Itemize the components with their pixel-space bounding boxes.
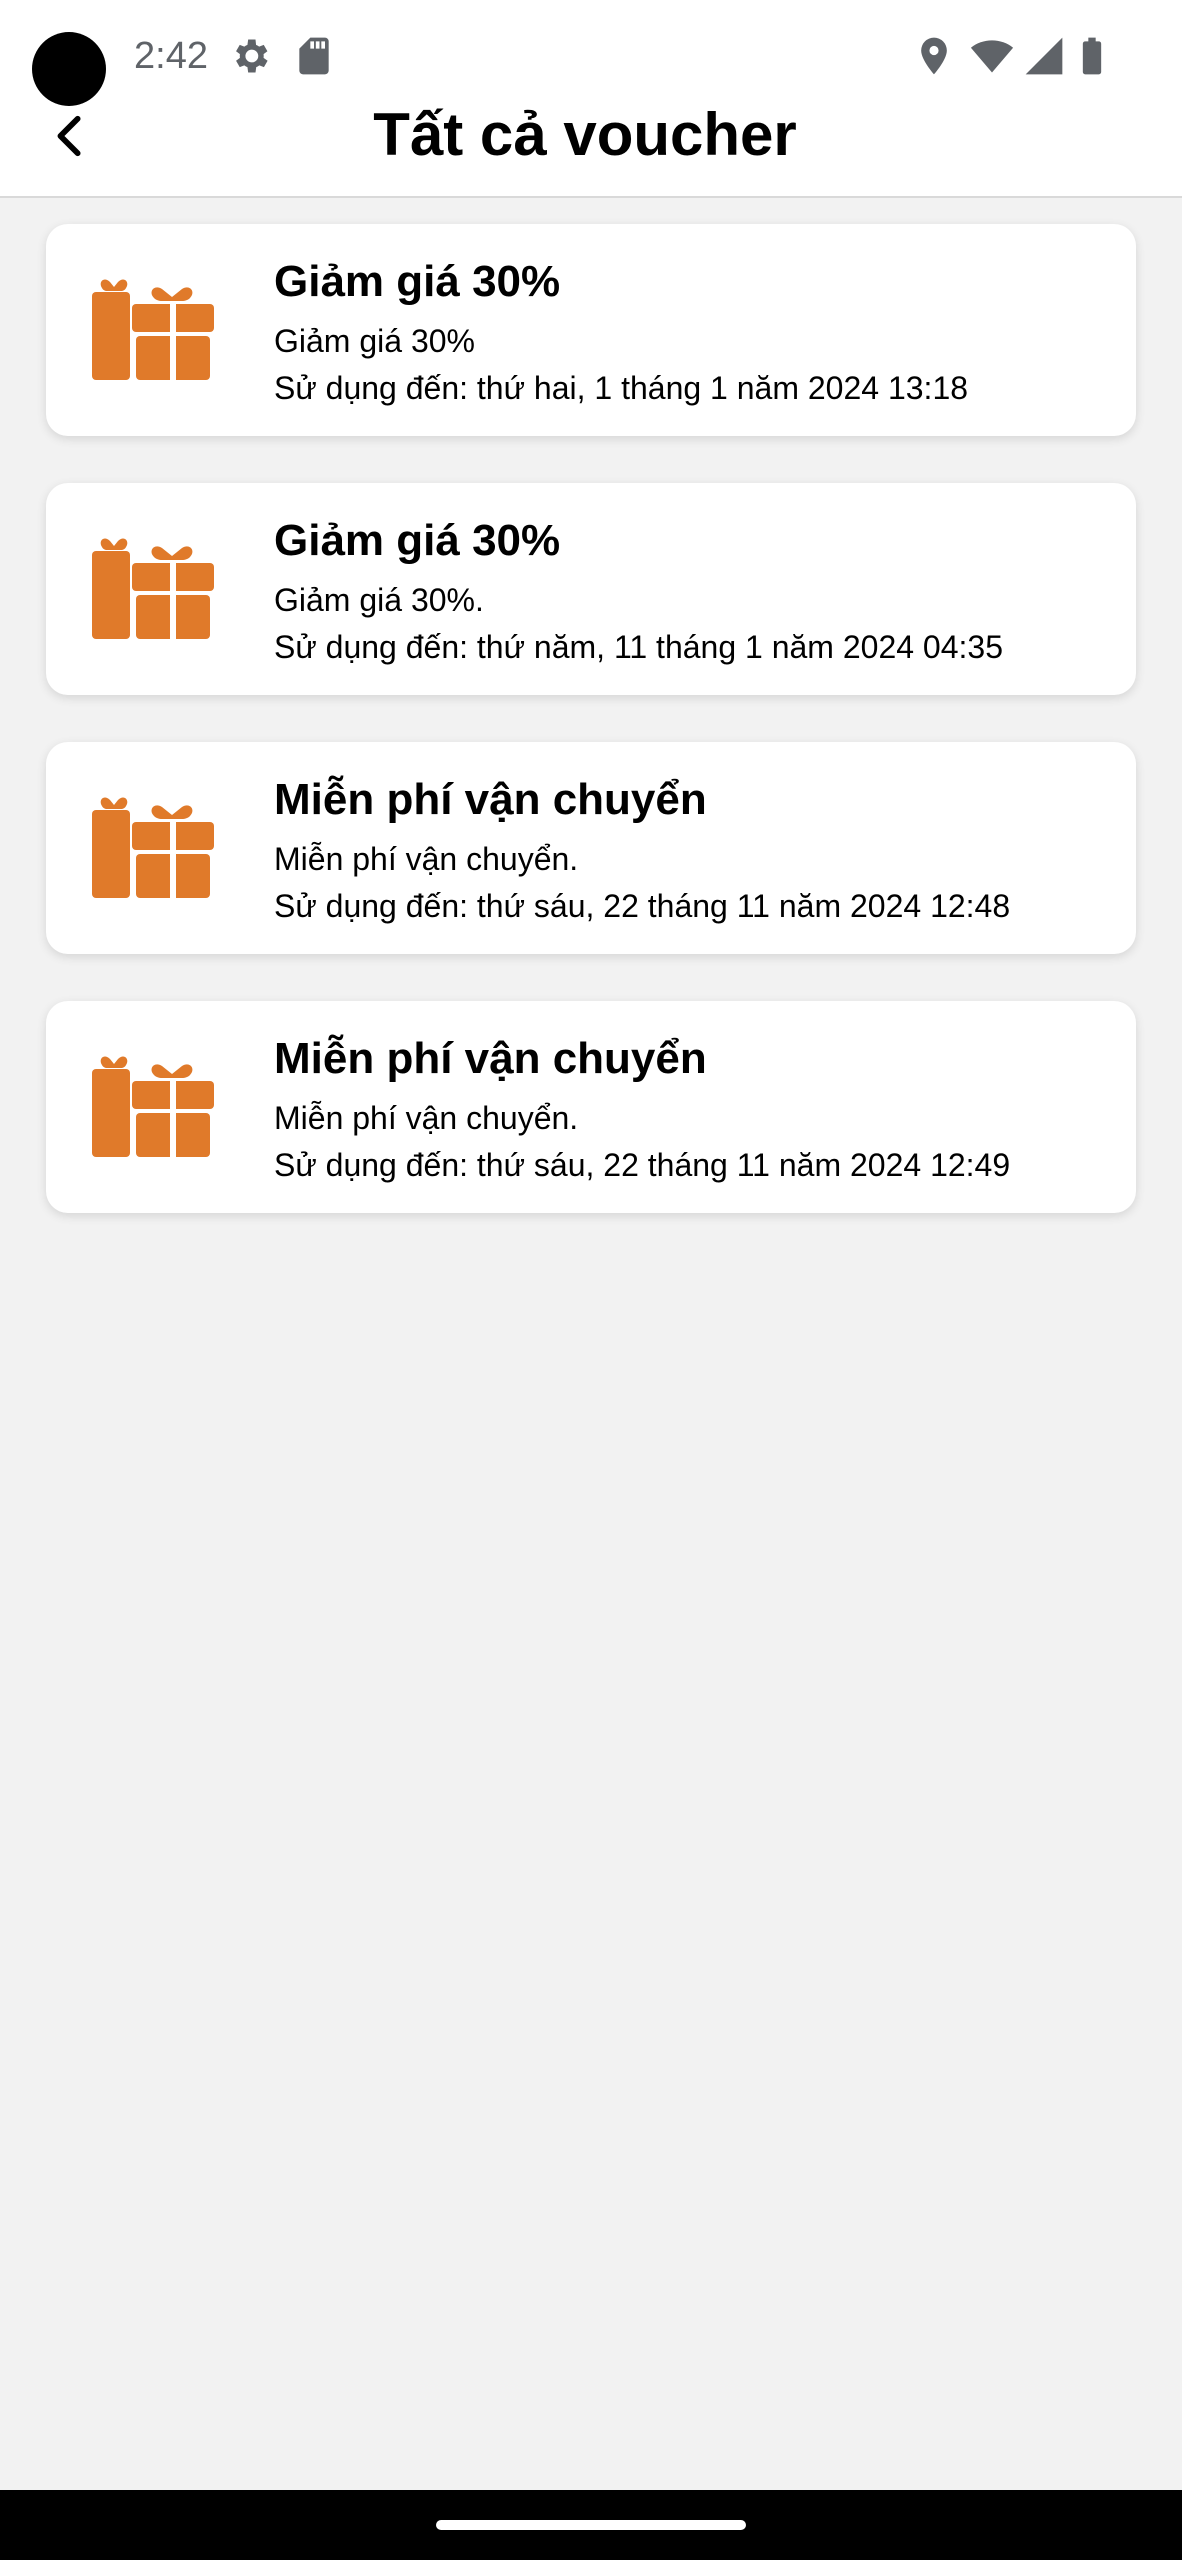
voucher-expiry: Sử dụng đến: thứ sáu, 22 tháng 11 năm 20… <box>274 888 1011 924</box>
voucher-expiry: Sử dụng đến: thứ sáu, 22 tháng 11 năm 20… <box>274 1147 1011 1183</box>
voucher-title: Miễn phí vận chuyển <box>274 775 707 824</box>
battery-icon <box>1082 37 1102 75</box>
gift-icon <box>92 538 214 639</box>
system-nav-bar <box>0 2490 1182 2560</box>
gift-icon <box>92 1056 214 1157</box>
sd-card-icon <box>299 37 329 75</box>
gift-icon <box>92 797 214 898</box>
voucher-description: Miễn phí vận chuyển. <box>274 841 579 877</box>
voucher-list[interactable]: Giảm giá 30% Giảm giá 30% Sử dụng đến: t… <box>0 200 1182 1238</box>
voucher-description: Giảm giá 30%. <box>274 582 484 618</box>
wifi-icon <box>970 40 1014 73</box>
voucher-title: Miễn phí vận chuyển <box>274 1034 707 1083</box>
voucher-card[interactable]: Giảm giá 30% Giảm giá 30% Sử dụng đến: t… <box>46 224 1136 436</box>
top-bar: 2:42 Tất cả voucher <box>0 0 1182 198</box>
location-icon <box>921 37 947 75</box>
voucher-screen: 2:42 Tất cả voucher Giảm giá 30% Giảm gi… <box>0 0 1182 2560</box>
page-title: Tất cả voucher <box>373 101 797 168</box>
gift-icon <box>92 279 214 380</box>
signal-icon <box>1025 37 1063 75</box>
voucher-card[interactable]: Miễn phí vận chuyển Miễn phí vận chuyển.… <box>46 742 1136 954</box>
status-time: 2:42 <box>134 35 208 77</box>
gear-icon <box>236 39 268 73</box>
voucher-description: Giảm giá 30% <box>274 323 475 359</box>
app-header: Tất cả voucher <box>0 90 1182 198</box>
voucher-title: Giảm giá 30% <box>274 257 561 306</box>
voucher-card[interactable]: Giảm giá 30% Giảm giá 30%. Sử dụng đến: … <box>46 483 1136 695</box>
voucher-expiry: Sử dụng đến: thứ hai, 1 tháng 1 năm 2024… <box>274 370 969 406</box>
voucher-expiry: Sử dụng đến: thứ năm, 11 tháng 1 năm 202… <box>274 629 1003 665</box>
voucher-description: Miễn phí vận chuyển. <box>274 1100 579 1136</box>
voucher-card[interactable]: Miễn phí vận chuyển Miễn phí vận chuyển.… <box>46 1001 1136 1213</box>
voucher-title: Giảm giá 30% <box>274 516 561 565</box>
home-indicator[interactable] <box>436 2520 746 2530</box>
